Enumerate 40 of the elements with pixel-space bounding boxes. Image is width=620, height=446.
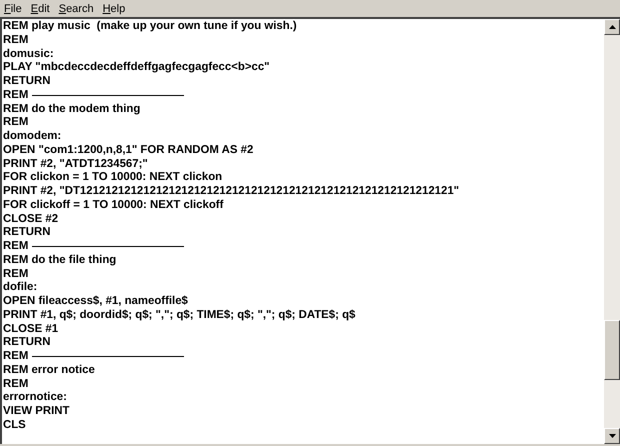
scroll-up-button[interactable]: [604, 19, 620, 35]
code-line: OPEN fileaccess$, #1, nameoffile$: [3, 295, 188, 309]
menu-item[interactable]: Search: [58, 2, 94, 14]
code-line: PRINT #2, "DT12121212121212121212121212121212121212121212121212121212121": [3, 185, 460, 199]
menu-item[interactable]: Help: [102, 2, 126, 14]
code-line: REM: [3, 116, 28, 130]
code-line: domusic:: [3, 48, 54, 62]
code-line: RETURN: [3, 226, 50, 240]
down-arrow-icon: [608, 434, 616, 438]
code-line: RETURN: [3, 336, 50, 350]
code-line: OPEN "com1:1200,n,8,1" FOR RANDOM AS #2: [3, 144, 254, 158]
code-line: RETURN: [3, 75, 50, 89]
code-line: FOR clickon = 1 TO 10000: NEXT clickon: [3, 171, 222, 185]
code-line: CLS: [3, 418, 26, 432]
code-line: REM: [3, 88, 28, 102]
code-line: CLOSE #1: [3, 322, 58, 336]
menu-item[interactable]: File: [4, 2, 22, 14]
code-line: FOR clickoff = 1 TO 10000: NEXT clickoff: [3, 198, 224, 212]
code-line: REM do the file thing: [3, 254, 116, 268]
code-line: dofile:: [3, 281, 38, 295]
code-line: CLOSE #2: [3, 212, 58, 226]
up-arrow-icon: [608, 25, 616, 29]
scroll-thumb[interactable]: [604, 320, 620, 380]
code-line: REM: [3, 34, 28, 48]
code-line: REM error notice: [3, 364, 95, 378]
menu-item[interactable]: Edit: [30, 2, 50, 14]
code-line: PLAY "mbcdeccdecdeffdeffgagfecgagfecc<b>cc": [3, 61, 270, 75]
code-line: PRINT #2, "ATDT1234567;": [3, 158, 148, 172]
code-line: REM: [3, 240, 28, 254]
code-line: REM play music (make up your own tune if you wish.): [3, 20, 297, 34]
code-line: REM: [3, 378, 28, 392]
code-line: REM: [3, 350, 28, 364]
code-line: VIEW PRINT: [3, 405, 70, 419]
code-line: PRINT #1, q$; doordid$; q$; ","; q$; TIME$; q$; ","; q$; DATE$; q$: [3, 308, 356, 322]
code-line: errornotice:: [3, 391, 67, 405]
code-line: domodem:: [3, 130, 62, 144]
scroll-down-button[interactable]: [604, 428, 620, 444]
code-line: REM: [3, 268, 28, 282]
scrollbar[interactable]: [604, 19, 620, 444]
code-line: REM do the modem thing: [3, 102, 140, 116]
